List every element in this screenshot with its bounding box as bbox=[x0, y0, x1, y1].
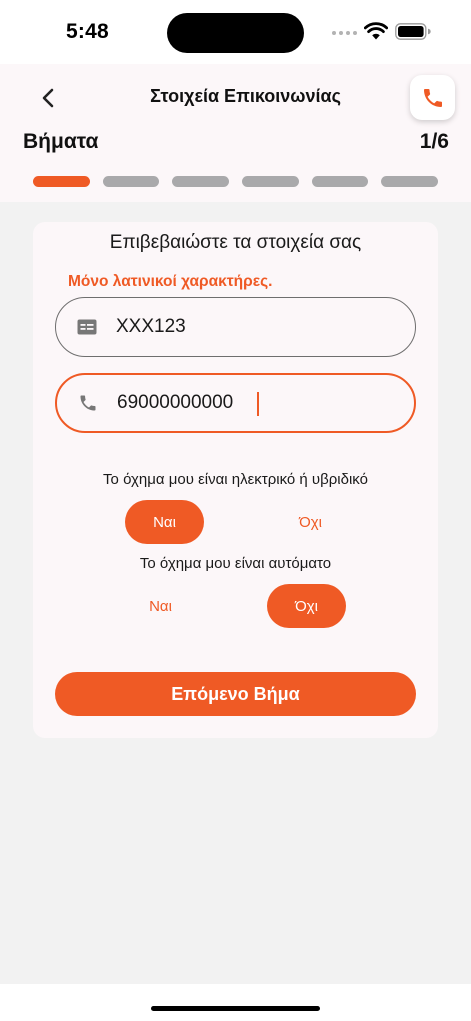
step-segment-2 bbox=[102, 176, 160, 187]
steps-label: Βήματα bbox=[23, 130, 99, 153]
form-heading: Επιβεβαιώστε τα στοιχεία σας bbox=[109, 232, 362, 253]
steps-count: 1/6 bbox=[419, 130, 449, 153]
step-segment-5 bbox=[311, 176, 369, 187]
electric-no-button[interactable]: Όχι bbox=[271, 500, 350, 544]
automatic-question-label: Το όχημα μου είναι αυτόματο bbox=[139, 555, 332, 572]
bottom-safe-area bbox=[0, 984, 471, 1021]
contact-details-card: Επιβεβαιώστε τα στοιχεία σας Μόνο λατινι… bbox=[33, 222, 438, 738]
header: Στοιχεία Επικοινωνίας Βήματα 1/6 bbox=[0, 64, 471, 202]
battery-icon bbox=[395, 23, 431, 40]
step-segment-4 bbox=[242, 176, 299, 187]
status-bar: 5:48 bbox=[0, 0, 471, 64]
automatic-yes-button[interactable]: Ναι bbox=[121, 584, 200, 628]
electric-yes-button[interactable]: Ναι bbox=[125, 500, 204, 544]
home-indicator[interactable] bbox=[151, 1006, 320, 1011]
latin-only-warning: Μόνο λατινικοί χαρακτήρες. bbox=[68, 273, 273, 290]
electric-question-label: Το όχημα μου είναι ηλεκτρικό ή υβριδικό bbox=[103, 471, 368, 488]
step-progress-bar bbox=[33, 176, 439, 187]
phone-field[interactable] bbox=[55, 373, 416, 433]
step-segment-3 bbox=[172, 176, 230, 187]
step-segment-1 bbox=[33, 176, 90, 187]
page-title: Στοιχεία Επικοινωνίας bbox=[150, 86, 341, 106]
plate-input[interactable] bbox=[116, 298, 396, 356]
phone-icon bbox=[423, 88, 442, 107]
call-button[interactable] bbox=[410, 75, 455, 120]
plate-field[interactable] bbox=[55, 297, 416, 357]
id-card-icon bbox=[76, 316, 98, 338]
automatic-no-button[interactable]: Όχι bbox=[267, 584, 346, 628]
phone-icon bbox=[77, 392, 99, 414]
step-segment-6 bbox=[381, 176, 439, 187]
next-step-button[interactable]: Επόμενο Βήμα bbox=[55, 672, 416, 716]
wifi-icon bbox=[364, 22, 388, 40]
dynamic-island bbox=[167, 13, 304, 53]
status-time: 5:48 bbox=[66, 20, 109, 43]
text-cursor bbox=[257, 392, 259, 416]
cellular-signal-icon bbox=[332, 31, 358, 37]
